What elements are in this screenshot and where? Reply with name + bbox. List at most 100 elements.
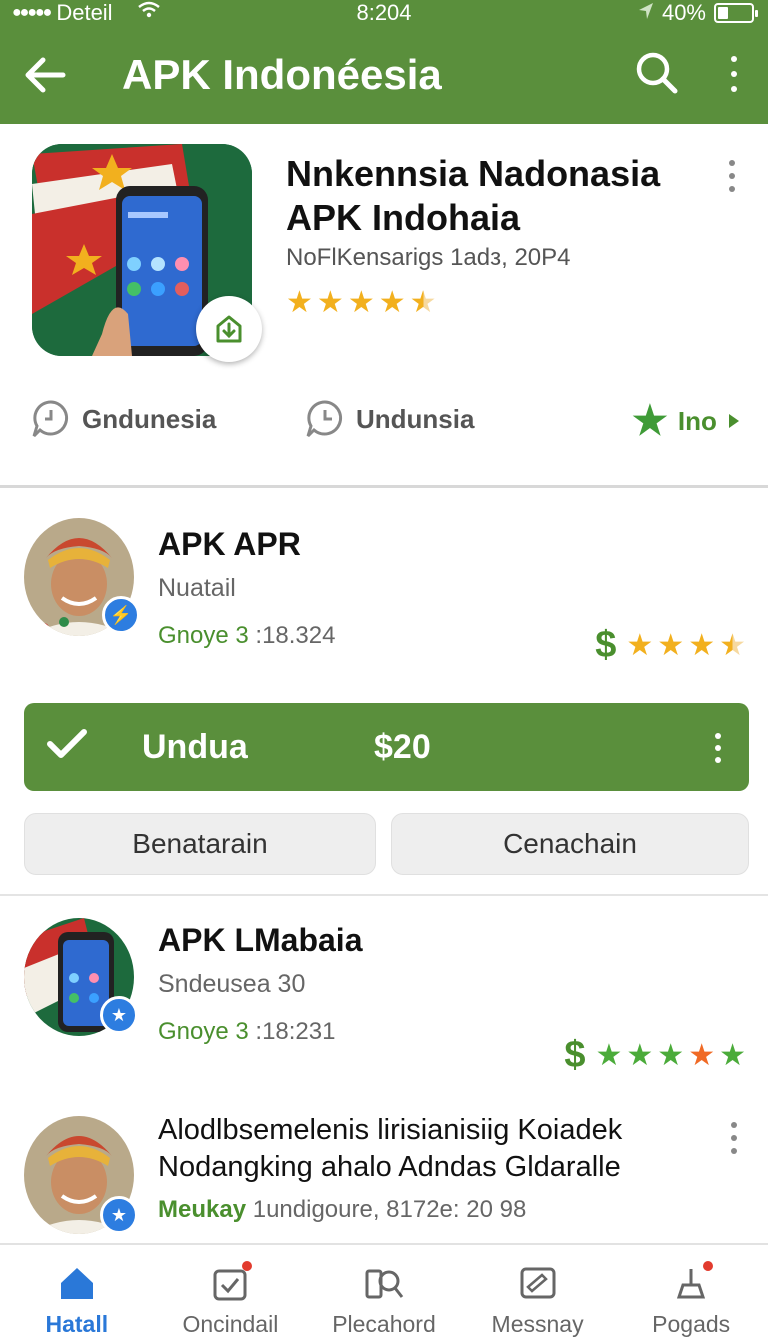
star-badge-icon: ★ (100, 1196, 138, 1234)
nav-item-pogads[interactable]: Pogads (614, 1245, 768, 1344)
star-icon: ★ (657, 1038, 685, 1072)
search-doc-icon (364, 1263, 404, 1303)
status-bar: ●●●●● Deteil 8:204 40% (0, 0, 768, 26)
star-icon: ★ (347, 286, 375, 319)
app-action-row: Gndunesia Undunsia ★ Ino (0, 398, 768, 448)
action-info[interactable]: ★ Ino (632, 398, 741, 444)
list-item[interactable]: ★ Alodlbsemelenis lirisianisiig Koiadek … (0, 1100, 768, 1243)
item-title: Alodlbsemelenis lirisianisiig Koiadek No… (158, 1114, 623, 1183)
item-overflow-icon[interactable] (722, 1120, 746, 1156)
item-subtitle: Sndeusea 30 (158, 970, 306, 998)
nav-label: Pogads (652, 1311, 731, 1337)
page-title: APK Indonéesia (122, 51, 442, 98)
star-icon: ★ (688, 628, 716, 662)
item-meta-value: :18.324 (248, 622, 336, 649)
nav-label: Plecahord (332, 1311, 436, 1337)
star-icon: ★ (719, 1038, 746, 1072)
wifi-icon (137, 1, 161, 25)
card-overflow-icon[interactable] (720, 158, 744, 194)
chat-clock-icon (32, 400, 69, 438)
star-icon: ★ (688, 1038, 716, 1072)
item-meta: Gnoye 3 :18.324 (158, 622, 335, 650)
star-icon: ★ (286, 286, 313, 319)
message-icon (518, 1263, 558, 1303)
price-icon: $ (564, 1034, 586, 1076)
item-subtitle: Nuatail (158, 574, 236, 602)
nav-item-plecahord[interactable]: Plecahord (307, 1245, 461, 1344)
star-icon: ★ (657, 628, 685, 662)
action-label: Undunsia (356, 403, 475, 434)
item-meta-value: :18:231 (248, 1018, 336, 1045)
notification-dot (242, 1261, 253, 1271)
battery-percent: 40% (661, 0, 706, 25)
nav-item-home[interactable]: Hatall (0, 1245, 154, 1344)
overflow-menu-icon[interactable] (722, 52, 746, 96)
home-icon (57, 1263, 97, 1303)
lightning-badge-icon: ⚡ (102, 596, 140, 634)
signal-dots-icon: ●●●●● (12, 4, 52, 21)
star-icon: ★ (626, 1038, 654, 1072)
half-star-icon: ★ (409, 286, 437, 319)
action-label: Ino (677, 405, 717, 436)
item-meta-value: 1undigoure, 8172e: 20 98 (246, 1196, 527, 1223)
check-badge-icon (210, 1261, 253, 1303)
nav-label: Oncindail (182, 1311, 279, 1337)
chevron-right-icon (727, 406, 741, 437)
nav-item-messnay[interactable]: Messnay (461, 1245, 615, 1344)
button-overflow-icon[interactable] (713, 733, 723, 763)
status-right: 40% (638, 0, 758, 26)
app-subtitle: NoFlKensarigs 1adз, 20P4 (286, 244, 571, 271)
star-badge-icon: ★ (100, 996, 138, 1034)
action-gndunesia[interactable]: Gndunesia (30, 398, 216, 440)
item-meta-green: Meukay (158, 1196, 247, 1223)
item-meta: Meukay 1undigoure, 8172e: 20 98 (158, 1196, 526, 1224)
action-label: Gndunesia (82, 403, 217, 434)
rating-stars: ★ ★ ★ ★ (626, 628, 746, 662)
list-item[interactable]: ⚡ APK APR Nuatail Gnoye 3 :18.324 $ ★ ★ … (0, 500, 768, 700)
download-button[interactable]: Undua $20 (24, 703, 749, 791)
star-icon: ★ (378, 286, 406, 319)
item-title: APK LMabaia (158, 922, 363, 958)
carrier-info: ●●●●● Deteil (12, 0, 161, 26)
price-icon: $ (595, 624, 617, 666)
nav-label: Hatall (45, 1311, 109, 1337)
download-label: Undua (142, 727, 248, 766)
battery-icon (714, 3, 758, 23)
chat-clock-icon (306, 400, 343, 438)
download-badge-icon[interactable] (196, 296, 262, 362)
cenachain-button[interactable]: Cenachain (391, 813, 749, 875)
back-arrow-icon[interactable] (0, 26, 90, 124)
item-title: APK APR (158, 526, 301, 562)
item-rating: $ ★ ★ ★ ★ (595, 624, 746, 667)
divider (0, 894, 768, 896)
notification-dot (703, 1261, 714, 1271)
item-meta-green: Gnoye 3 (158, 1018, 249, 1045)
rating-stars: ★ ★ ★ ★ ★ (595, 1038, 746, 1072)
list-item[interactable]: ★ APK LMabaia Sndeusea 30 Gnoye 3 :18:23… (0, 900, 768, 1100)
price-label: $20 (374, 727, 431, 766)
star-icon: ★ (632, 399, 668, 443)
half-star-icon: ★ (719, 628, 746, 662)
action-undunsia[interactable]: Undunsia (304, 398, 474, 440)
item-meta: Gnoye 3 :18:231 (158, 1018, 335, 1046)
clock: 8:204 (356, 0, 412, 25)
bottom-nav: Hatall Oncindail Plecahord Messnay Pogad… (0, 1243, 768, 1344)
search-icon[interactable] (632, 48, 682, 98)
nav-item-oncindail[interactable]: Oncindail (154, 1245, 308, 1344)
app-screen: ●●●●● Deteil 8:204 40% APK Indonéesia Nn… (0, 0, 768, 1344)
carrier-name: Deteil (56, 0, 113, 25)
star-icon: ★ (626, 628, 654, 662)
app-rating-stars: ★ ★ ★ ★ ★ (286, 288, 437, 318)
check-icon (46, 725, 96, 770)
item-rating: $ ★ ★ ★ ★ ★ (564, 1034, 746, 1077)
item-meta-green: Gnoye 3 (158, 622, 249, 649)
app-bar: APK Indonéesia (0, 26, 768, 124)
benatarain-button[interactable]: Benatarain (24, 813, 376, 875)
featured-app-card: Nnkennsia Nadonasia APK Indohaia NoFlKen… (0, 124, 768, 488)
star-icon: ★ (595, 1038, 623, 1072)
star-icon: ★ (316, 286, 344, 319)
nav-label: Messnay (491, 1311, 584, 1337)
profile-icon (671, 1261, 714, 1303)
location-icon (638, 0, 654, 26)
app-title: Nnkennsia Nadonasia APK Indohaia (286, 153, 661, 238)
